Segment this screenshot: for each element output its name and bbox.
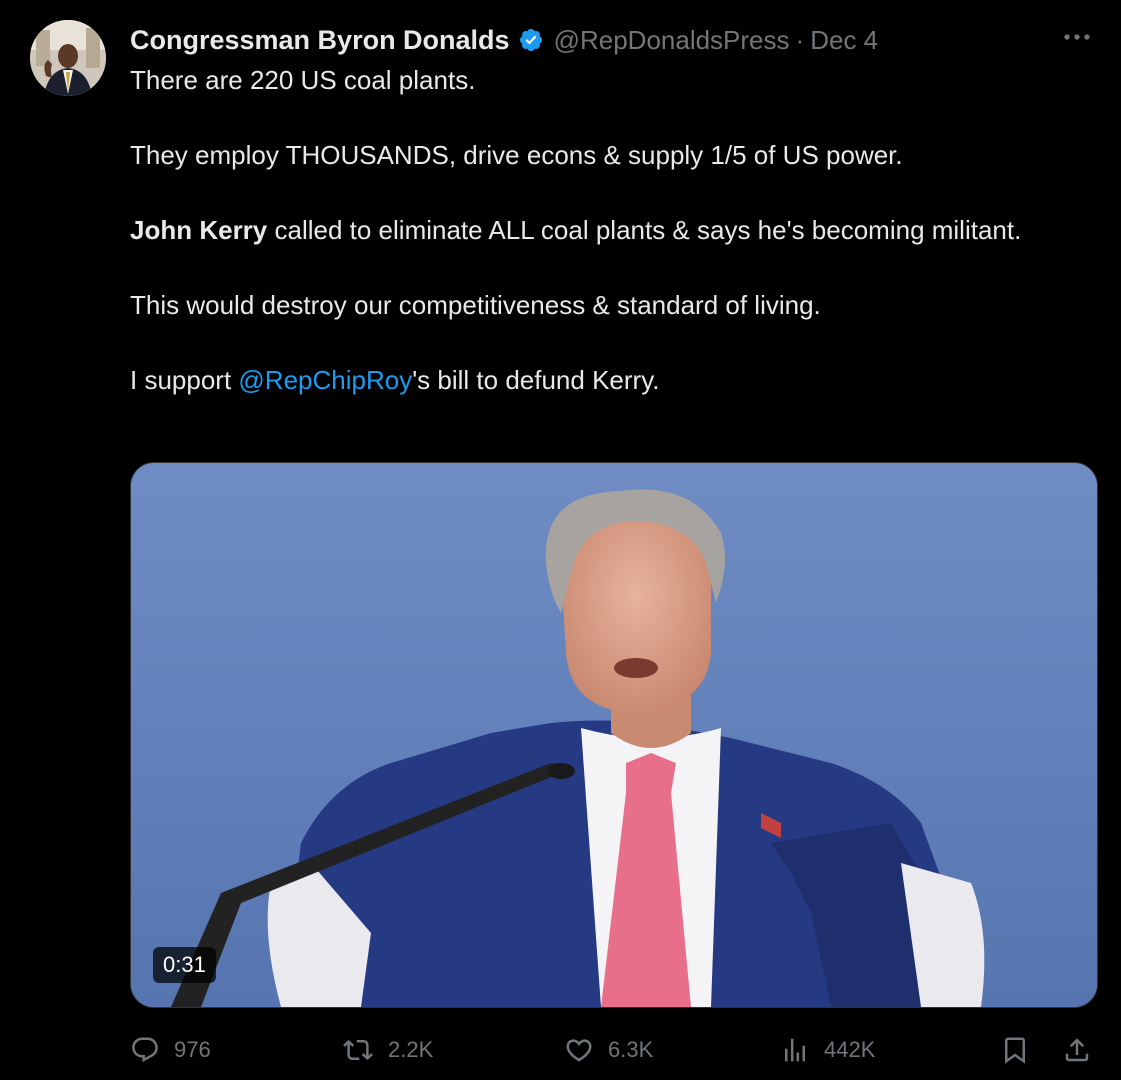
repost-button[interactable]: 2.2K [342, 1030, 433, 1070]
reply-count: 976 [174, 1037, 211, 1062]
timestamp[interactable]: Dec 4 [810, 25, 878, 56]
mention-link[interactable]: @RepChipRoy [238, 365, 412, 395]
reply-icon [132, 1037, 158, 1063]
tweet-line: I support @RepChipRoy's bill to defund K… [130, 362, 1050, 399]
bookmark-icon [1005, 1037, 1025, 1064]
like-count: 6.3K [608, 1037, 654, 1062]
tweet-actions: 976 2.2K 6.3K 442K [130, 1030, 1096, 1070]
tweet[interactable]: Congressman Byron Donalds @RepDonaldsPre… [0, 0, 1121, 1080]
like-button[interactable]: 6.3K [564, 1030, 653, 1070]
views-button[interactable]: 442K [780, 1030, 875, 1070]
video-frame [131, 463, 1097, 1007]
more-options-icon[interactable] [1059, 22, 1095, 52]
tweet-line-text: called to eliminate ALL coal plants & sa… [267, 215, 1022, 245]
tweet-text: There are 220 US coal plants. They emplo… [130, 62, 1050, 399]
repost-icon [343, 1039, 373, 1061]
share-button[interactable] [1062, 1030, 1106, 1070]
verified-badge-icon[interactable] [518, 27, 544, 53]
video-duration-badge: 0:31 [153, 947, 216, 983]
bold-name: John Kerry [130, 215, 268, 245]
share-icon [1065, 1038, 1089, 1062]
tweet-line-text: 's bill to defund Kerry. [412, 365, 660, 395]
tweet-line-text: I support [130, 365, 239, 395]
tweet-header: Congressman Byron Donalds @RepDonaldsPre… [130, 20, 878, 60]
display-name[interactable]: Congressman Byron Donalds [130, 25, 510, 56]
handle[interactable]: @RepDonaldsPress [554, 25, 790, 56]
tweet-line: They employ THOUSANDS, drive econs & sup… [130, 140, 903, 170]
reply-button[interactable]: 976 [130, 1030, 211, 1070]
video-player[interactable]: 0:31 [130, 462, 1098, 1008]
repost-count: 2.2K [388, 1037, 434, 1062]
bookmark-button[interactable] [1000, 1030, 1044, 1070]
view-count: 442K [824, 1037, 876, 1062]
tweet-line: John Kerry called to eliminate ALL coal … [130, 212, 1050, 249]
tweet-line: There are 220 US coal plants. [130, 65, 476, 95]
separator: · [795, 24, 805, 55]
person-avatar-icon [30, 20, 106, 96]
avatar[interactable] [30, 20, 106, 96]
tweet-line: This would destroy our competitiveness &… [130, 290, 821, 320]
heart-icon [566, 1039, 592, 1062]
views-chart-icon [785, 1038, 805, 1062]
